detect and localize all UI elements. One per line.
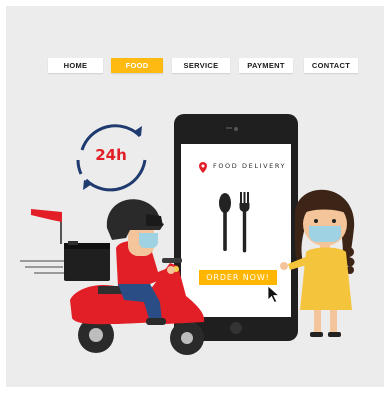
food-delivery-label: FOOD DELIVERY <box>213 162 287 170</box>
flag-icon <box>31 209 62 244</box>
delivery-illustration <box>20 114 355 355</box>
order-now-button[interactable]: ORDER NOW! <box>199 270 277 285</box>
24h-badge: 24h <box>95 146 127 164</box>
